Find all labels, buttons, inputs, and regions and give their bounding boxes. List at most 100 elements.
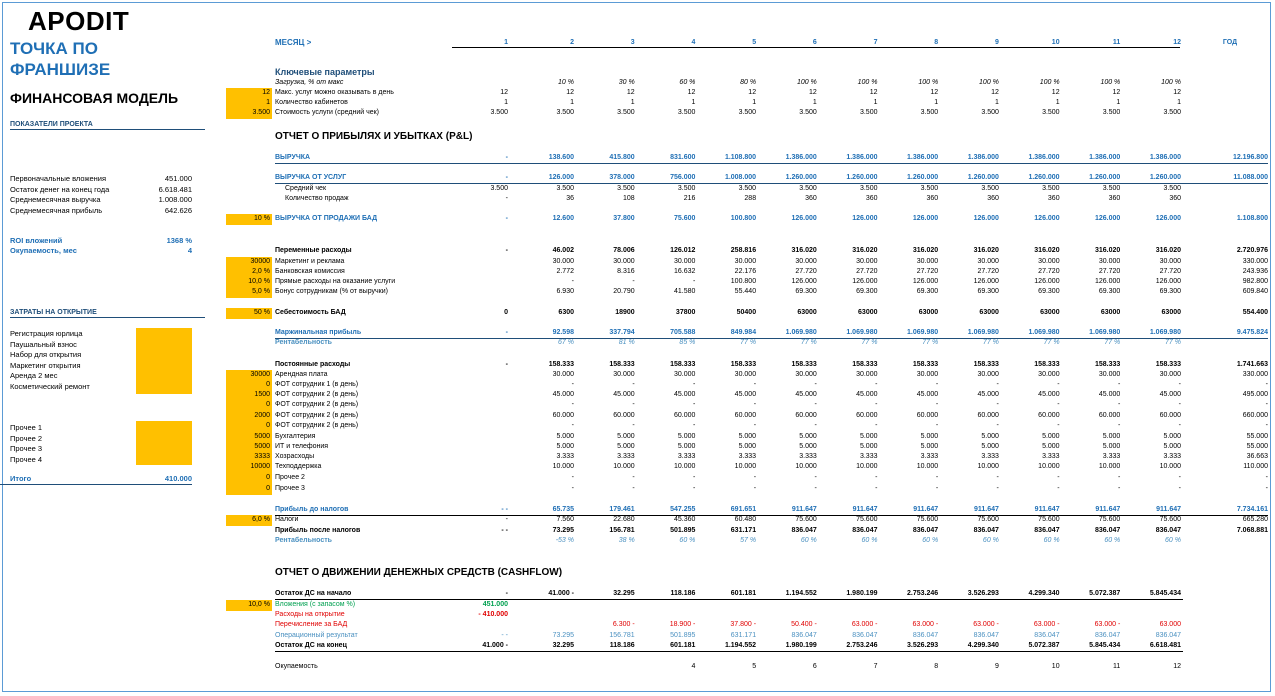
- cell-month-6: 126.000: [791, 215, 817, 222]
- cell-month-10: 5.000: [1042, 443, 1060, 450]
- cell-month-9: 60 %: [982, 537, 999, 544]
- cf-invest-row: 10,0 % Вложения (с запасом %) 451.000: [0, 600, 1275, 611]
- table-row: 0 Прочее 2 - - - - - - - - - - - -: [0, 473, 1275, 484]
- cell-month-6: 1.194.552: [785, 590, 817, 597]
- cell-month-7: 3.500: [859, 185, 878, 192]
- input-cell[interactable]: 0: [226, 380, 272, 391]
- cell-month-4: 118.186: [670, 590, 696, 597]
- input-cell[interactable]: 5,0 %: [226, 287, 272, 298]
- cell-month-5: 100.800: [730, 278, 757, 285]
- cell-month-11: 63.000 -: [1094, 621, 1121, 628]
- input-cell[interactable]: 30000: [226, 370, 272, 381]
- cell-month-7: 69.300: [856, 288, 878, 295]
- input-cell[interactable]: 0: [226, 484, 272, 495]
- table-row: Маржинальная прибыль - 92.598 337.794 705.58…: [0, 328, 1275, 339]
- input-cell[interactable]: 5000: [226, 442, 272, 453]
- cell-month-11: 836.047: [1094, 527, 1121, 534]
- cell-month-10: 836.047: [1034, 632, 1060, 639]
- cell-month-1: - -: [501, 632, 508, 639]
- input-cell[interactable]: 1: [226, 98, 272, 109]
- cell-month-2: 60.000: [552, 412, 574, 419]
- cell-month-11: 5.000: [1102, 433, 1121, 440]
- cell-month-8: -: [935, 422, 939, 429]
- cell-month-12: 5.845.434: [1149, 590, 1181, 597]
- cell-month-7: 5.000: [859, 433, 878, 440]
- cell-month-8: 60.000: [916, 412, 939, 419]
- input-cell[interactable]: 6,0 %: [226, 515, 272, 526]
- cell-month-9: 316.020: [973, 247, 999, 254]
- cell-month-9: 5.000: [981, 433, 999, 440]
- cell-month-10: 3.333: [1042, 453, 1060, 460]
- input-cell[interactable]: 2000: [226, 411, 272, 422]
- cell-month-2: 46.002: [552, 247, 574, 254]
- header-underline: [452, 47, 1180, 48]
- input-cell[interactable]: 3.500: [226, 108, 272, 119]
- cell-month-6: 12: [809, 89, 817, 96]
- cell-month-9: -: [996, 401, 999, 408]
- cell-month-6: -: [814, 474, 817, 481]
- cell-month-6: 3.333: [799, 453, 817, 460]
- cell-month-7: 7: [873, 663, 878, 670]
- cell-month-5: 60.000: [734, 412, 757, 419]
- row-label: Прочее 3: [275, 485, 305, 492]
- cell-month-12: 836.047: [1155, 632, 1181, 639]
- input-cell[interactable]: 0: [226, 400, 272, 411]
- cell-month-7: 3.500: [859, 109, 878, 116]
- input-cell[interactable]: 10 %: [226, 214, 272, 225]
- row-label: ВЫРУЧКА ОТ УСЛУГ: [275, 174, 347, 181]
- input-cell[interactable]: 2,0 %: [226, 267, 272, 278]
- cell-month-5: 5: [752, 663, 757, 670]
- input-cell[interactable]: 30000: [226, 257, 272, 268]
- input-cell[interactable]: 3333: [226, 452, 272, 463]
- cell-month-7: -: [875, 381, 878, 388]
- cell-month-7: 5.000: [859, 443, 878, 450]
- cell-month-7: 1: [873, 99, 878, 106]
- cell-month-4: 30.000: [673, 371, 696, 378]
- cell-month-10: -: [1057, 422, 1060, 429]
- cell-month-11: 1.069.980: [1089, 329, 1121, 336]
- cell-month-3: 30 %: [618, 79, 635, 86]
- cell-month-6: 45.000: [795, 391, 817, 398]
- cell-month-12: 1.069.980: [1149, 329, 1181, 336]
- input-cell[interactable]: 12: [226, 88, 272, 99]
- input-cell[interactable]: 5000: [226, 432, 272, 443]
- table-row: Прибыль до налогов - - 65.735 179.461 547.25…: [0, 505, 1275, 516]
- input-cell[interactable]: 0: [226, 473, 272, 484]
- row-label: ВЫРУЧКА: [275, 154, 311, 161]
- cell-month-9: 4.299.340: [967, 642, 999, 649]
- cell-month-3: 156.781: [609, 632, 635, 639]
- cell-month-3: -: [632, 381, 635, 388]
- input-cell[interactable]: 10,0 %: [226, 277, 272, 288]
- cell-month-8: 10.000: [916, 463, 939, 470]
- input-cell[interactable]: 10000: [226, 462, 272, 473]
- cell-month-5: 60.480: [734, 516, 757, 523]
- cell-month-8: 45.000: [916, 391, 939, 398]
- cell-month-12: 27.720: [1159, 268, 1181, 275]
- input-cell[interactable]: 50 %: [226, 308, 272, 319]
- cell-month-3: -: [632, 422, 635, 429]
- table-row: Средний чек 3.500 3.500 3.500 3.500 3.500 3.50…: [0, 184, 1275, 195]
- cell-year-total: -: [1265, 401, 1268, 408]
- cell-month-4: 3.500: [677, 185, 696, 192]
- table-row: Прибыль после налогов - - 73.295 156.781 501…: [0, 526, 1275, 537]
- table-row: Переменные расходы - 46.002 78.006 126.012 25…: [0, 246, 1275, 257]
- input-cell[interactable]: 0: [226, 421, 272, 432]
- cell-month-4: 756.000: [670, 174, 696, 181]
- invest-percent-input[interactable]: 10,0 %: [226, 600, 272, 611]
- cell-month-7: -: [875, 485, 878, 492]
- row-label: Хозрасходы: [275, 453, 315, 460]
- cell-month-5: 30.000: [734, 258, 757, 265]
- cell-month-6: 1.260.000: [785, 174, 817, 181]
- cell-month-9: 3.526.293: [967, 590, 999, 597]
- cell-month-1: 41.000 -: [482, 642, 508, 649]
- cell-month-4: -: [693, 401, 696, 408]
- table-row: 12 Макс. услуг можно оказывать в день 12 12…: [0, 88, 1275, 99]
- cell-month-9: 1.260.000: [967, 174, 999, 181]
- input-cell[interactable]: 1500: [226, 390, 272, 401]
- cell-month-5: 57 %: [740, 537, 757, 544]
- cell-month-6: 75.600: [795, 516, 817, 523]
- cell-month-8: 1.386.000: [907, 154, 939, 161]
- cell-year-total: 11.088.000: [1233, 174, 1268, 181]
- row-label: Операционный результат: [275, 632, 358, 639]
- cell-month-11: 60 %: [1104, 537, 1121, 544]
